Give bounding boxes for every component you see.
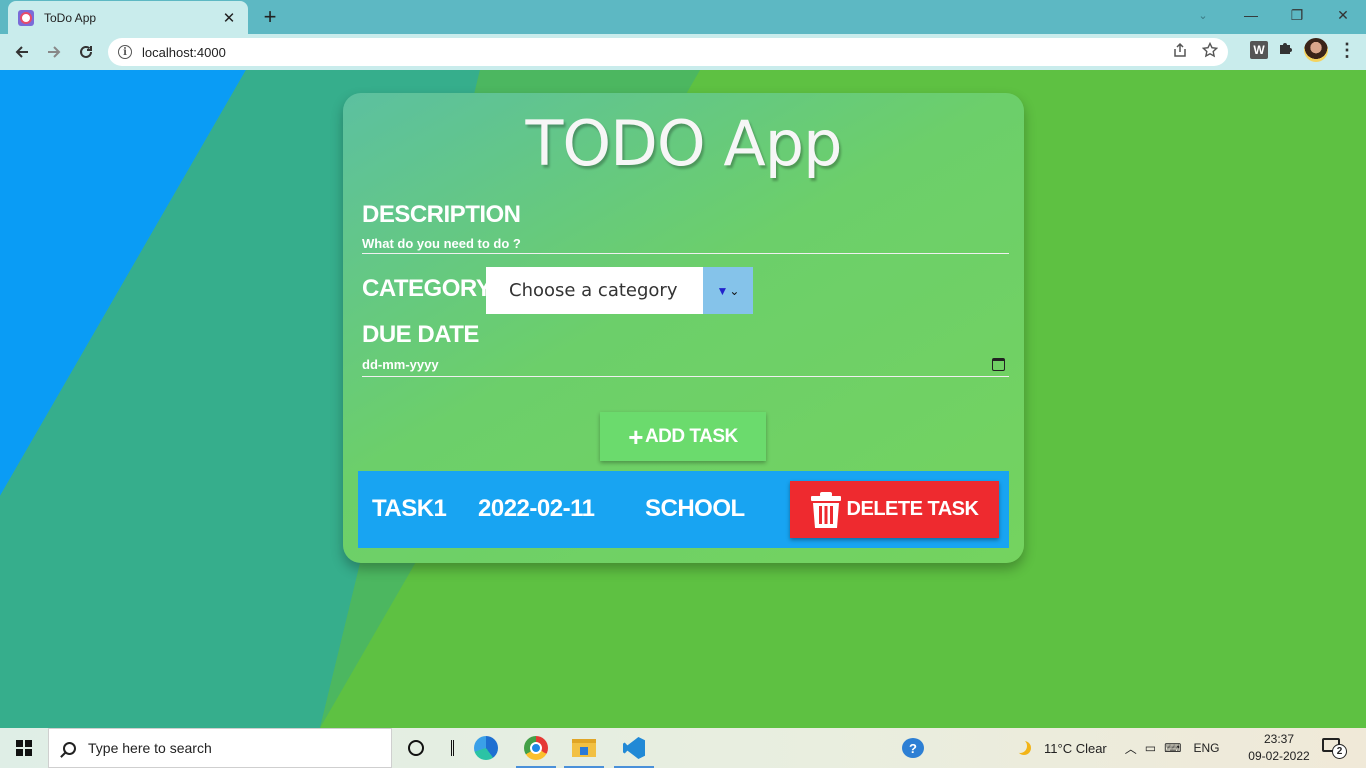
chevron-up-icon[interactable]: ︿ [1125, 740, 1137, 757]
reload-icon[interactable] [70, 36, 102, 68]
due-date-input[interactable]: dd-mm-yyyy [362, 353, 1009, 377]
language-indicator[interactable]: ENG [1193, 741, 1219, 755]
back-arrow-icon[interactable] [6, 36, 38, 68]
calendar-icon[interactable] [992, 358, 1005, 371]
omnibox-actions [1172, 41, 1219, 62]
plus-icon: + [628, 421, 643, 452]
url-text[interactable]: localhost:4000 [142, 45, 226, 60]
share-icon[interactable] [1172, 42, 1188, 62]
browser-tab[interactable]: ToDo App ✕ [8, 1, 248, 34]
delete-task-button[interactable]: DELETE TASK [790, 481, 999, 538]
vscode-icon[interactable] [610, 728, 658, 768]
tab-close-icon[interactable]: ✕ [220, 9, 238, 27]
restore-button[interactable]: ❐ [1274, 0, 1320, 30]
due-date-label: DUE DATE [362, 321, 479, 348]
page-viewport: TODO App DESCRIPTION CATEGORY Choose a c… [0, 70, 1366, 728]
windows-logo-icon [16, 740, 32, 756]
tab-search-icon[interactable]: ⌄ [1190, 0, 1216, 30]
trash-icon [810, 491, 841, 528]
taskbar-search[interactable]: Type here to search [48, 728, 392, 768]
tab-title: ToDo App [44, 10, 97, 25]
close-window-button[interactable]: ✕ [1320, 0, 1366, 30]
window-controls: ⌄ — ❐ ✕ [1198, 0, 1366, 30]
category-selected-value[interactable]: Choose a category [486, 267, 703, 314]
todo-card: TODO App DESCRIPTION CATEGORY Choose a c… [343, 93, 1024, 563]
info-icon[interactable]: i [118, 45, 132, 59]
task-category: SCHOOL [645, 495, 745, 522]
chevron-down-icon[interactable]: ▼ ⌄ [703, 267, 753, 314]
new-tab-button[interactable]: + [258, 4, 282, 30]
add-task-button[interactable]: + ADD TASK [600, 412, 766, 461]
clock-date: 09-02-2022 [1248, 749, 1310, 763]
clock[interactable]: 23:37 09-02-2022 [1244, 731, 1314, 765]
system-tray: 11°C Clear ︿ ▭ ⌨ ENG [1016, 728, 1219, 768]
chrome-icon[interactable] [512, 728, 560, 768]
minimize-button[interactable]: — [1228, 0, 1274, 30]
description-label: DESCRIPTION [362, 201, 521, 228]
search-icon [63, 741, 76, 755]
start-button[interactable] [0, 728, 48, 768]
address-bar[interactable]: i localhost:4000 [108, 38, 1228, 66]
task-date: 2022-02-11 [478, 495, 595, 522]
taskbar-search-placeholder[interactable]: Type here to search [88, 740, 212, 756]
clock-time: 23:37 [1263, 732, 1295, 746]
description-input[interactable] [362, 234, 1009, 254]
moon-weather-icon[interactable] [1013, 739, 1027, 753]
forward-arrow-icon[interactable] [38, 36, 70, 68]
delete-task-label: DELETE TASK [846, 498, 979, 520]
extensions-area: W ⋮ [1250, 38, 1356, 62]
extension-w-icon[interactable]: W [1250, 41, 1268, 59]
keyboard-icon[interactable]: ⌨ [1164, 741, 1181, 755]
profile-avatar[interactable] [1304, 38, 1328, 62]
kebab-menu-icon[interactable]: ⋮ [1338, 40, 1356, 61]
windows-taskbar: Type here to search ? 11°C Clear ︿ ▭ ⌨ E… [0, 728, 1366, 768]
due-date-placeholder[interactable]: dd-mm-yyyy [362, 357, 439, 372]
category-label: CATEGORY [362, 275, 492, 302]
app-title: TODO App [525, 107, 842, 180]
edge-icon[interactable] [462, 728, 510, 768]
task-row: TASK1 2022-02-11 SCHOOL DELETE TASK [358, 471, 1009, 548]
file-explorer-icon[interactable] [560, 728, 608, 768]
task-name: TASK1 [372, 495, 447, 522]
favicon-icon [18, 9, 34, 26]
puzzle-icon[interactable] [1278, 40, 1294, 60]
star-icon[interactable] [1201, 41, 1219, 62]
add-task-label: ADD TASK [644, 425, 738, 447]
browser-toolbar: i localhost:4000 W ⋮ [0, 34, 1366, 70]
help-icon[interactable]: ? [902, 738, 924, 758]
browser-tabstrip: ToDo App ✕ + ⌄ — ❐ ✕ [0, 0, 1366, 34]
notification-count: 2 [1332, 744, 1347, 759]
notification-center-icon[interactable]: 2 [1322, 738, 1347, 759]
weather-text[interactable]: 11°C Clear [1044, 741, 1107, 756]
battery-icon[interactable]: ▭ [1145, 741, 1156, 755]
category-select[interactable]: Choose a category ▼ ⌄ [486, 267, 753, 314]
